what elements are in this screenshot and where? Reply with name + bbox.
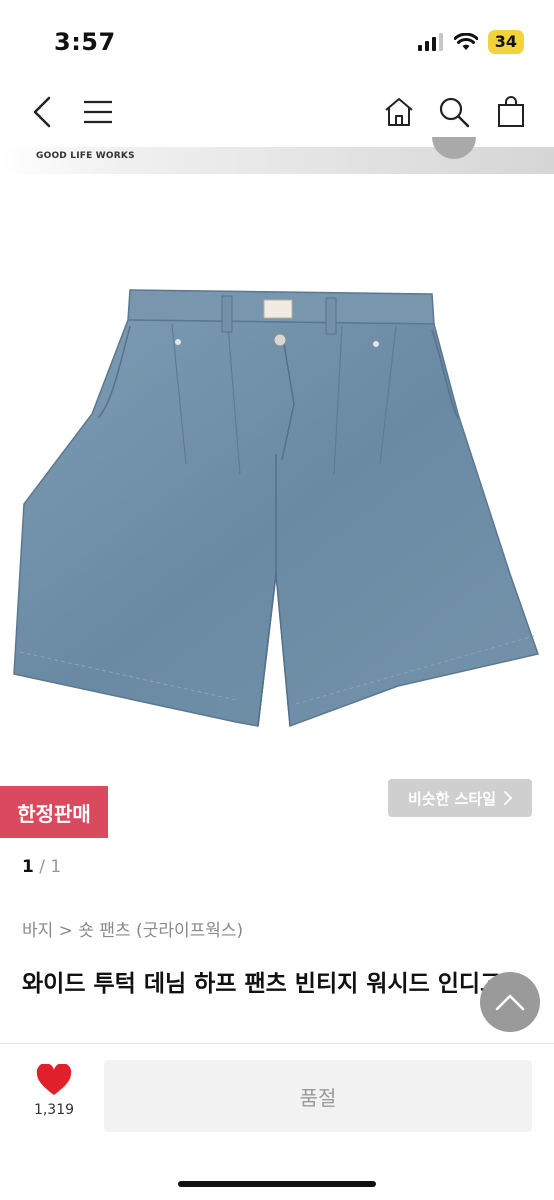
back-button[interactable]: [22, 92, 62, 132]
pager-total: 1: [50, 857, 62, 877]
search-button[interactable]: [434, 92, 474, 132]
similar-style-label: 비슷한 스타일: [407, 789, 497, 808]
denim-shorts-image: [13, 289, 539, 728]
home-indicator: [178, 1181, 376, 1187]
cart-button[interactable]: [491, 92, 531, 132]
image-pager: 1 / 1: [22, 857, 61, 877]
shopping-bag-icon: [498, 96, 524, 127]
breadcrumb[interactable]: 바지 > 숏 팬츠 (굿라이프웍스): [22, 916, 243, 941]
status-time: 3:57: [54, 28, 116, 56]
sold-out-button[interactable]: 품절: [104, 1060, 532, 1132]
divider: [0, 1043, 554, 1044]
like-count: 1,319: [33, 1102, 75, 1118]
status-bar: 3:57 34: [0, 0, 554, 80]
limited-sale-badge: 한정판매: [0, 786, 108, 838]
product-title: 와이드 투턱 데님 하프 팬츠 빈티지 워시드 인디고: [22, 971, 502, 997]
search-icon: [439, 97, 470, 128]
status-icons: 34: [417, 30, 524, 54]
chevron-left-icon: [33, 96, 51, 128]
battery-indicator: 34: [487, 30, 524, 54]
like-button[interactable]: 1,319: [22, 1064, 86, 1118]
brand-banner: GOOD LIFE WORKS: [0, 137, 554, 174]
similar-style-button[interactable]: 비슷한 스타일: [388, 779, 532, 817]
product-image[interactable]: [0, 174, 554, 774]
brand-banner-text: GOOD LIFE WORKS: [36, 151, 135, 161]
pager-current: 1: [22, 857, 34, 877]
chevron-right-icon: [504, 791, 513, 805]
signal-icon: [417, 33, 443, 51]
wifi-icon: [453, 33, 478, 50]
carousel-indicator: [432, 137, 476, 159]
heart-icon: [36, 1064, 72, 1095]
hamburger-icon: [84, 100, 112, 124]
chevron-up-icon: [495, 994, 525, 1011]
home-button[interactable]: [379, 92, 419, 132]
scroll-to-top-button[interactable]: [480, 972, 540, 1032]
pager-separator: /: [33, 857, 51, 877]
menu-button[interactable]: [78, 92, 118, 132]
home-icon: [385, 98, 413, 126]
